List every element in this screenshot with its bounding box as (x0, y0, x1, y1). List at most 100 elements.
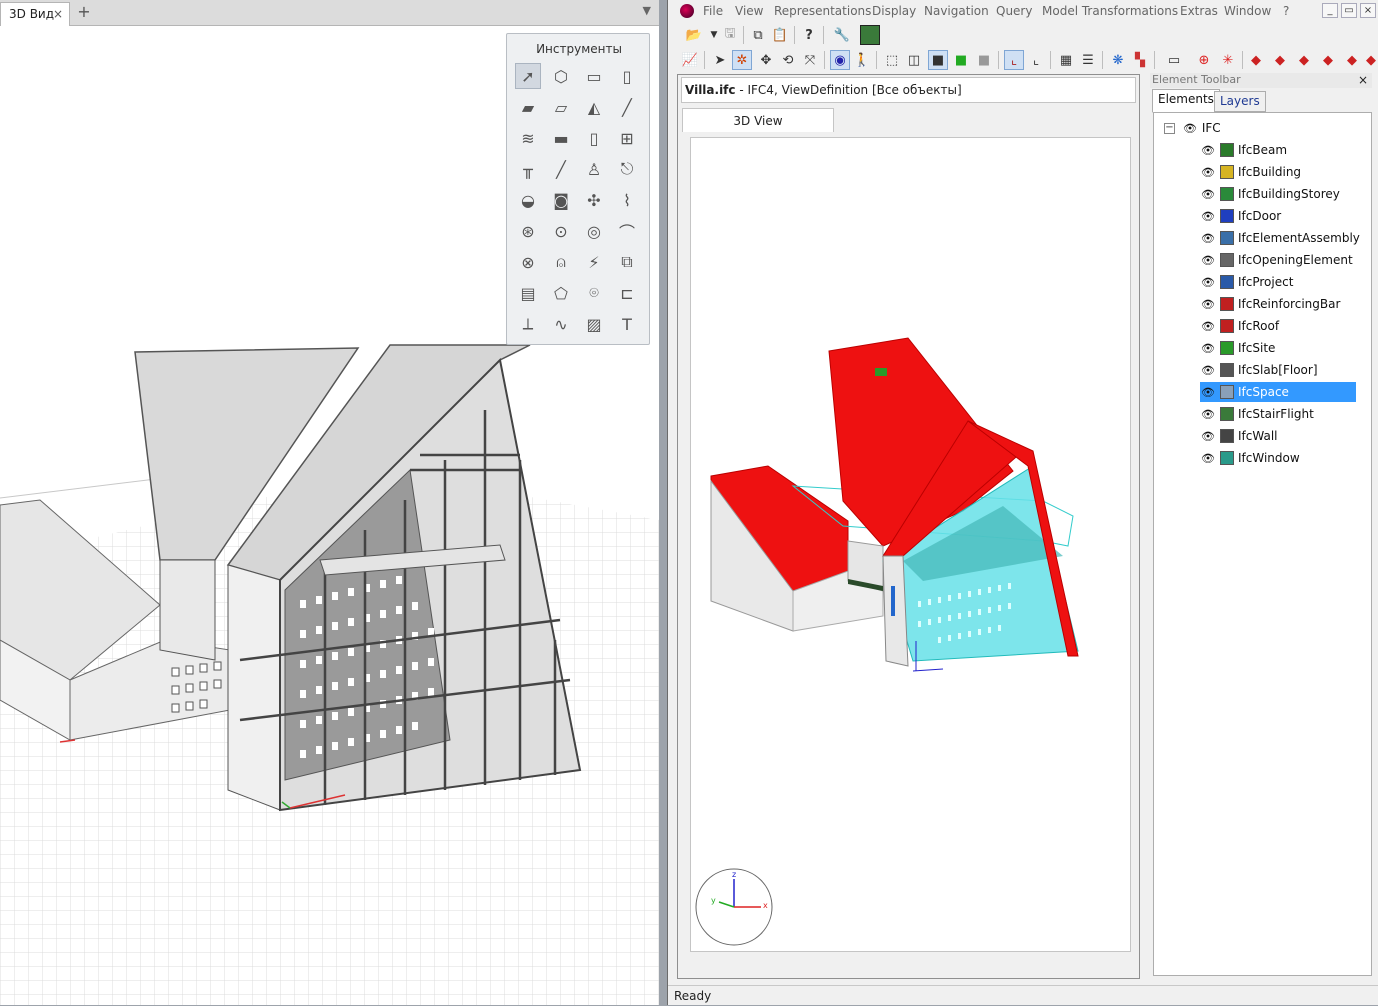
visibility-eye-icon[interactable]: 👁 (1200, 251, 1216, 271)
orbit-icon[interactable]: ✲ (732, 50, 752, 70)
nav-arrows-1-icon[interactable]: ◆ (1246, 50, 1266, 70)
select-arrow-icon[interactable]: ➤ (710, 50, 730, 70)
valve-icon[interactable]: ⊛ (515, 218, 541, 244)
tree-item-ifcdoor[interactable]: 👁 IfcDoor (1200, 206, 1281, 226)
stair-icon[interactable]: ≋ (515, 125, 541, 151)
copy-icon[interactable]: ⧉ (748, 25, 768, 45)
menu-file[interactable]: File (703, 4, 723, 18)
open-folder-icon[interactable]: 📂 (684, 25, 704, 45)
collapse-tree-button[interactable]: − (1164, 123, 1175, 134)
close-tab-icon[interactable]: × (53, 3, 63, 25)
visibility-eye-icon[interactable]: 👁 (1200, 317, 1216, 337)
close-button[interactable]: × (1360, 3, 1376, 18)
tree-root-ifc[interactable]: 👁 IFC (1182, 118, 1221, 138)
hidden-line-cube-icon[interactable]: ◫ (904, 50, 924, 70)
menu-view[interactable]: View (735, 4, 763, 18)
wrench-icon[interactable]: 🔧 (832, 25, 852, 45)
visibility-eye-icon[interactable]: 👁 (1200, 339, 1216, 359)
lamp-icon[interactable]: ⍝ (548, 249, 574, 275)
tree-item-ifcstairflight[interactable]: 👁 IfcStairFlight (1200, 404, 1314, 424)
select-arrow-icon[interactable]: ➚ (515, 63, 541, 89)
menu-help[interactable]: ? (1283, 4, 1289, 18)
washer-icon[interactable]: ◙ (548, 187, 574, 213)
tree-item-ifcwall[interactable]: 👁 IfcWall (1200, 426, 1277, 446)
text-icon[interactable]: T (614, 311, 640, 337)
menu-navigation[interactable]: Navigation (924, 4, 989, 18)
shaded-cube-icon[interactable]: ■ (928, 50, 948, 70)
hvac-icon[interactable]: ⊗ (515, 249, 541, 275)
close-icon[interactable]: × (1358, 73, 1368, 87)
menu-display[interactable]: Display (872, 4, 916, 18)
menu-query[interactable]: Query (996, 4, 1032, 18)
paste-icon[interactable]: 📋 (770, 25, 790, 45)
duct-icon[interactable]: ⌇ (614, 187, 640, 213)
left-3d-viewport[interactable]: Инструменты ➚ ⬡ ▭ ▯ ▰ ▱ ◭ ╱ ≋ ▬ ▯ ⊞ ╥ ╱ ♙ ⎋ ◒ ◙ ✣ ⌇ ⊛ ⊙ ◎ ⌒ ⊗ ⍝ ⚡ ⧉… (0, 26, 659, 1005)
window-icon[interactable]: ⊞ (614, 125, 640, 151)
visibility-eye-icon[interactable]: 👁 (1200, 185, 1216, 205)
slab-icon[interactable]: ▱ (548, 94, 574, 120)
table-icon[interactable]: ▦ (1056, 50, 1076, 70)
model-icon[interactable] (860, 25, 880, 45)
spline-icon[interactable]: ∿ (548, 311, 574, 337)
wall-icon[interactable]: ▰ (515, 94, 541, 120)
visibility-eye-icon[interactable]: 👁 (1200, 273, 1216, 293)
object-icon[interactable]: ⬡ (548, 63, 574, 89)
ruler-icon[interactable]: ▭ (1164, 50, 1184, 70)
visibility-eye-icon[interactable]: 👁 (1200, 295, 1216, 315)
wireframe-cube-icon[interactable]: ⬚ (882, 50, 902, 70)
nav-arrows-2-icon[interactable]: ◆ (1270, 50, 1290, 70)
electric-icon[interactable]: ⚡ (581, 249, 607, 275)
visibility-eye-icon[interactable]: 👁 (1200, 163, 1216, 183)
menu-model-transformations[interactable]: Model Transformations (1042, 4, 1178, 18)
tree-item-ifcelementassembly[interactable]: 👁 IfcElementAssembly (1200, 228, 1360, 248)
visibility-eye-icon[interactable]: 👁 (1200, 229, 1216, 249)
tree-item-ifcproject[interactable]: 👁 IfcProject (1200, 272, 1293, 292)
tree-item-ifcsite[interactable]: 👁 IfcSite (1200, 338, 1275, 358)
look-around-icon[interactable]: ◉ (830, 50, 850, 70)
explode-icon[interactable]: ✳ (1218, 50, 1238, 70)
beam-icon[interactable]: ╱ (614, 94, 640, 120)
tree-item-ifcbuildingstorey[interactable]: 👁 IfcBuildingStorey (1200, 184, 1340, 204)
target-icon[interactable]: ⊕ (1194, 50, 1214, 70)
line-icon[interactable]: ╱ (548, 156, 574, 182)
toilet-icon[interactable]: ♙ (581, 156, 607, 182)
dimension-icon[interactable]: ⟂ (515, 311, 541, 337)
menu-extras[interactable]: Extras (1180, 4, 1218, 18)
color-cube-icon[interactable]: ■ (951, 50, 971, 70)
visibility-eye-icon[interactable]: 👁 (1200, 361, 1216, 381)
heater-icon[interactable]: ⊙ (548, 218, 574, 244)
transparent-cube-icon[interactable]: ■ (974, 50, 994, 70)
nav-arrows-6-icon[interactable]: ◆ (1361, 50, 1378, 70)
tree-item-ifcroof[interactable]: 👁 IfcRoof (1200, 316, 1279, 336)
sink-icon[interactable]: ◒ (515, 187, 541, 213)
fan-icon[interactable]: ✣ (581, 187, 607, 213)
help-pointer-icon[interactable]: ? (799, 25, 819, 45)
visibility-eye-icon[interactable]: 👁 (1200, 383, 1216, 403)
panel-icon[interactable]: ▤ (515, 280, 541, 306)
pipe-icon[interactable]: ⎋ (614, 156, 640, 182)
column-icon[interactable]: ▯ (614, 63, 640, 89)
zoom-fit-icon[interactable]: ⤧ (800, 50, 820, 70)
fitting-icon[interactable]: ⌒ (614, 218, 640, 244)
tab-layers[interactable]: Layers (1214, 91, 1266, 112)
tab-3d-view-right[interactable]: 3D View (682, 108, 834, 132)
visibility-eye-icon[interactable]: 👁 (1200, 141, 1216, 161)
save-icon[interactable]: 🖫 (720, 25, 740, 45)
bracket-icon[interactable]: ⊏ (614, 280, 640, 306)
tab-elements[interactable]: Elements (1152, 89, 1220, 113)
ifc-3d-viewport[interactable]: z y x (690, 137, 1131, 952)
tree-item-ifcspace[interactable]: 👁 IfcSpace (1200, 382, 1356, 402)
visibility-eye-icon[interactable]: 👁 (1200, 207, 1216, 227)
floor-icon[interactable]: ▬ (548, 125, 574, 151)
visibility-eye-icon[interactable]: 👁 (1200, 405, 1216, 425)
camera-icon[interactable]: ⌾ (581, 280, 607, 306)
tree-item-ifcwindow[interactable]: 👁 IfcWindow (1200, 448, 1300, 468)
hatch-icon[interactable]: ▨ (581, 311, 607, 337)
add-tab-button[interactable]: + (74, 3, 94, 23)
pan-icon[interactable]: ✥ (756, 50, 776, 70)
window-splitter[interactable] (659, 0, 667, 1005)
visibility-eye-icon[interactable]: 👁 (1182, 119, 1198, 139)
shape-icon[interactable]: ⬠ (548, 280, 574, 306)
copy-icon[interactable]: ⧉ (614, 249, 640, 275)
nav-arrows-5-icon[interactable]: ◆ (1342, 50, 1362, 70)
